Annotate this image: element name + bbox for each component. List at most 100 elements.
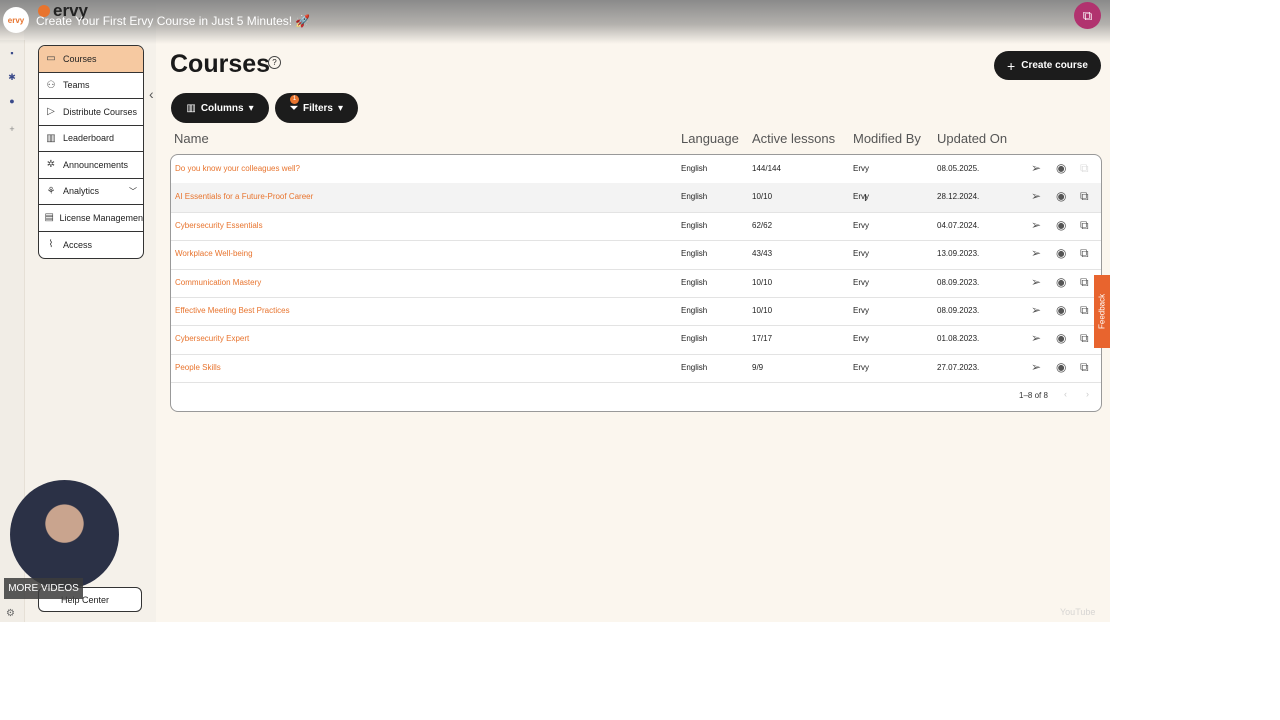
feedback-tab[interactable]: Feedback [1094,275,1110,348]
course-lessons: 62/62 [752,220,773,230]
table-row[interactable]: Effective Meeting Best Practices English… [171,297,1101,327]
rail-icon-a[interactable]: ▪ [6,48,18,60]
send-icon[interactable]: ➢ [1031,218,1041,232]
courses-table: Do you know your colleagues well? Englis… [170,154,1102,412]
send-icon[interactable]: ➢ [1031,246,1041,260]
send-icon[interactable]: ➢ [1031,360,1041,374]
course-modified-by: Ervy [853,249,869,259]
copy-icon[interactable]: ⧉ [1080,275,1089,290]
caret-down-icon: ▾ [337,102,344,114]
course-name-link[interactable]: Effective Meeting Best Practices [175,306,290,315]
table-row[interactable]: People Skills English 9/9 Ervy 27.07.202… [171,354,1101,384]
col-header-language[interactable]: Language [681,131,739,146]
prev-page-icon[interactable]: ‹ [1064,389,1067,399]
copy-icon[interactable]: ⧉ [1080,360,1089,375]
send-icon[interactable]: ➢ [1031,303,1041,317]
course-lessons: 43/43 [752,249,773,259]
sidebar-item-teams[interactable]: ⚇ Teams [39,73,143,99]
sidebar-item-analytics[interactable]: ⚘ Analytics ﹀ [39,179,143,205]
columns-icon: ▥ [186,102,196,114]
send-icon: ▷ [47,106,55,118]
course-updated-on: 08.05.2025. [937,164,980,173]
copy-icon[interactable]: ⧉ [1080,161,1089,176]
filter-icon: ⏷ [289,102,298,114]
eye-icon[interactable]: ◉ [1056,189,1066,203]
col-header-name[interactable]: Name [174,131,209,146]
more-videos-button[interactable]: MORE VIDEOS [4,578,83,599]
course-language: English [681,164,708,173]
settings-icon[interactable]: ⚙ [6,608,15,619]
table-row[interactable]: Cybersecurity Essentials English 62/62 E… [171,212,1101,242]
eye-icon[interactable]: ◉ [1056,303,1066,317]
sidebar-item-announcements[interactable]: ✲ Announcements [39,152,143,179]
sidebar-menu: ▭ Courses ⚇ Teams ▷ Distribute Courses ▥ Lea… [38,45,144,259]
copy-icon[interactable]: ⧉ [1080,189,1089,204]
send-icon[interactable]: ➢ [1031,161,1041,175]
create-course-button[interactable]: + Create course [994,51,1101,80]
course-name-link[interactable]: Cybersecurity Expert [175,334,249,343]
collapse-sidebar-icon[interactable]: ‹ [149,86,154,102]
course-modified-by: Ervy [853,164,869,173]
table-row[interactable]: Do you know your colleagues well? Englis… [171,155,1101,185]
course-updated-on: 08.09.2023. [937,306,980,315]
copy-icon[interactable]: ⧉ [1080,246,1089,261]
course-language: English [681,277,708,287]
course-language: English [681,192,708,202]
sidebar-item-distribute-courses[interactable]: ▷ Distribute Courses [39,99,143,126]
table-row[interactable]: AI Essentials for a Future-Proof Career … [171,183,1101,213]
youtube-watermark[interactable]: YouTube [1060,607,1095,617]
course-modified-by: Ervy [853,220,869,230]
rail-icon-b[interactable]: ✱ [6,72,18,84]
next-page-icon[interactable]: › [1086,389,1089,399]
video-frame[interactable]: ▪ ✱ ● + ervy ervy Create Your First Ervy… [0,0,1110,622]
sidebar-item-leaderboard[interactable]: ▥ Leaderboard [39,126,143,152]
course-name-link[interactable]: Do you know your colleagues well? [175,164,300,173]
copy-link-icon[interactable]: ⧉ [1074,2,1101,29]
course-lessons: 10/10 [752,192,773,202]
caret-down-icon: ▾ [248,102,254,114]
send-icon[interactable]: ➢ [1031,331,1041,345]
send-icon[interactable]: ➢ [1031,189,1041,203]
filter-count-badge: 1 [290,95,299,104]
eye-icon[interactable]: ◉ [1056,161,1066,175]
sidebar-item-license-management[interactable]: ▤ License Managemen [39,205,143,232]
copy-icon[interactable]: ⧉ [1080,303,1089,318]
eye-icon[interactable]: ◉ [1056,218,1066,232]
eye-icon[interactable]: ◉ [1056,275,1066,289]
eye-icon[interactable]: ◉ [1056,360,1066,374]
users-icon: ⚇ [46,79,56,91]
columns-button[interactable]: ▥ Columns ▾ [171,93,269,123]
sidebar-item-courses[interactable]: ▭ Courses [39,46,143,73]
chart-icon: ▥ [46,132,56,144]
col-header-active-lessons[interactable]: Active lessons [752,131,835,146]
table-row[interactable]: Communication Mastery English 10/10 Ervy… [171,269,1101,298]
copy-icon[interactable]: ⧉ [1080,331,1089,346]
course-name-link[interactable]: AI Essentials for a Future-Proof Career [175,192,313,201]
col-header-updated-on[interactable]: Updated On [937,131,1007,146]
rail-add-icon[interactable]: + [6,124,18,136]
course-name-link[interactable]: Cybersecurity Essentials [175,221,263,230]
course-language: English [681,306,708,315]
rail-icon-c[interactable]: ● [6,96,18,108]
text-cursor-icon: I [864,193,867,204]
presenter-avatar[interactable] [10,480,119,589]
video-title[interactable]: Create Your First Ervy Course in Just 5 … [36,14,310,28]
table-row[interactable]: Workplace Well-being English 43/43 Ervy … [171,240,1101,270]
help-icon[interactable]: ? [268,56,281,69]
channel-logo[interactable]: ervy [3,7,29,33]
book-icon: ▭ [46,53,56,65]
course-name-link[interactable]: Workplace Well-being [175,249,253,258]
col-header-modified-by[interactable]: Modified By [853,131,921,146]
filters-button[interactable]: ⏷ Filters ▾ [275,93,358,123]
course-name-link[interactable]: Communication Mastery [175,278,261,287]
analytics-icon: ⚘ [46,185,56,197]
send-icon[interactable]: ➢ [1031,275,1041,289]
copy-icon[interactable]: ⧉ [1080,218,1089,233]
thermometer-icon: ⌇ [48,239,54,251]
eye-icon[interactable]: ◉ [1056,246,1066,260]
course-name-link[interactable]: People Skills [175,363,221,372]
eye-icon[interactable]: ◉ [1056,331,1066,345]
sidebar-item-access[interactable]: ⌇ Access [39,232,143,259]
table-row[interactable]: Cybersecurity Expert English 17/17 Ervy … [171,325,1101,355]
course-language: English [681,362,708,372]
